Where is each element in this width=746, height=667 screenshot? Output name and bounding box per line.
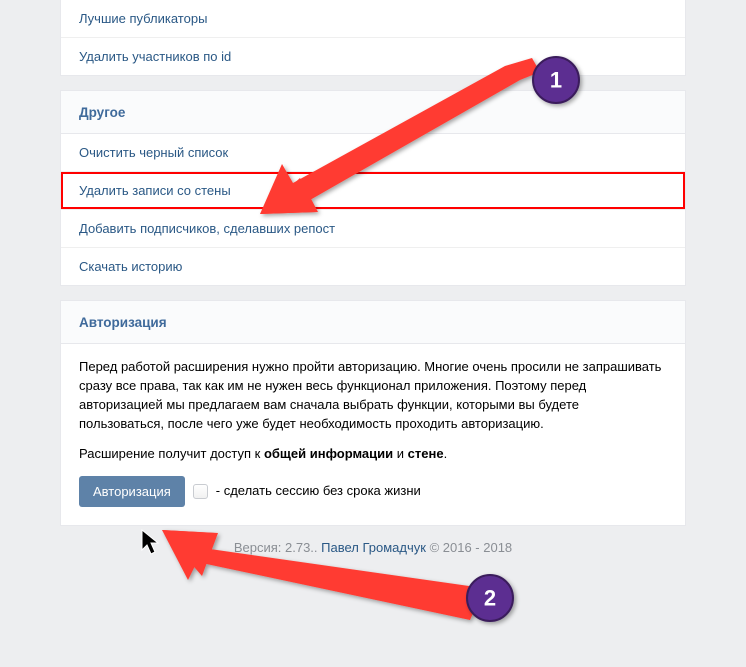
top-action-item[interactable]: Удалить участников по id [61,37,685,75]
other-item[interactable]: Добавить подписчиков, сделавших репост [61,209,685,247]
auth-panel: Авторизация Перед работой расширения нуж… [60,300,686,526]
other-panel: Другое Очистить черный списокУдалить зап… [60,90,686,286]
footer: Версия: 2.73.. Павел Громадчук © 2016 - … [0,540,746,555]
other-item-delete-wall-posts[interactable]: Удалить записи со стены [61,171,685,209]
auth-body: Перед работой расширения нужно пройти ав… [61,344,685,525]
other-item[interactable]: Скачать историю [61,247,685,285]
app-stage: Лучшие публикаторыУдалить участников по … [0,0,746,667]
auth-header: Авторизация [61,301,685,344]
other-item[interactable]: Очистить черный список [61,134,685,171]
auth-description: Перед работой расширения нужно пройти ав… [79,358,667,433]
auth-button[interactable]: Авторизация [79,476,185,507]
session-checkbox-label: - сделать сессию без срока жизни [216,482,421,501]
step-2-badge: 2 [467,575,513,621]
svg-text:2: 2 [484,586,496,611]
other-header: Другое [61,91,685,134]
session-checkbox[interactable] [193,484,208,499]
top-action-item[interactable]: Лучшие публикаторы [61,0,685,37]
footer-author-link[interactable]: Павел Громадчук [321,540,426,555]
auth-access-line: Расширение получит доступ к общей информ… [79,445,667,464]
top-actions-panel: Лучшие публикаторыУдалить участников по … [60,0,686,76]
